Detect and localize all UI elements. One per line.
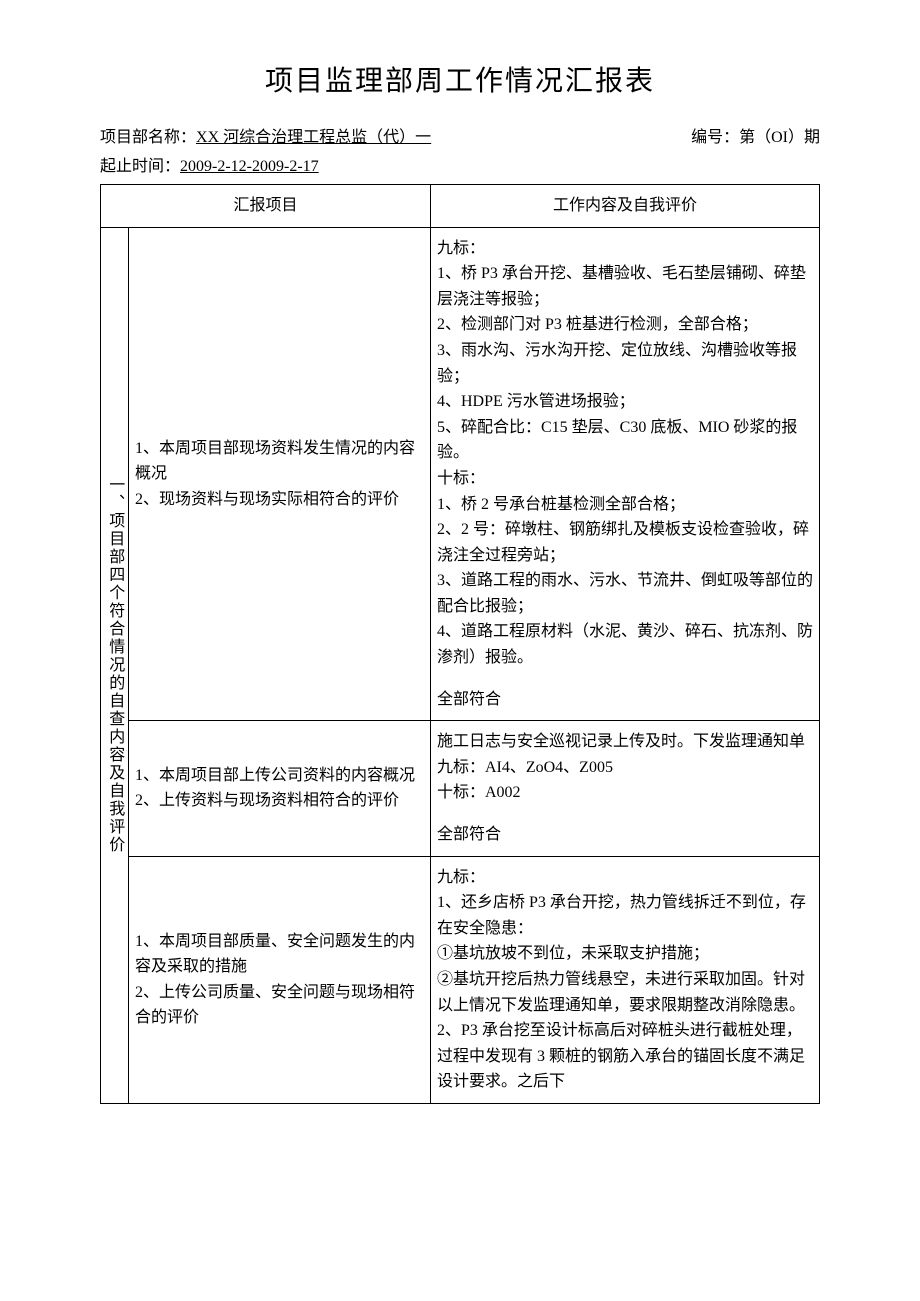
page-title: 项目监理部周工作情况汇报表 bbox=[100, 60, 820, 105]
table-row: 1、本周项目部质量、安全问题发生的内容及采取的措施2、上传公司质量、安全问题与现… bbox=[101, 856, 820, 1103]
table-row: 1、本周项目部上传公司资料的内容概况2、上传资料与现场资料相符合的评价 施工日志… bbox=[101, 721, 820, 814]
row3-right-main: 九标：1、还乡店桥 P3 承台开挖，热力管线拆迁不到位，存在安全隐患：①基坑放坡… bbox=[430, 856, 819, 1103]
row1-right-main: 九标：1、桥 P3 承台开挖、基槽验收、毛石垫层铺砌、碎垫层浇注等报验；2、检测… bbox=[430, 227, 819, 679]
meta-row-1: 项目部名称：XX 河综合治理工程总监（代）一 编号：第（OI）期 bbox=[100, 125, 820, 151]
meta-row-2: 起止时间：2009-2-12-2009-2-17 bbox=[100, 154, 820, 180]
row2-left: 1、本周项目部上传公司资料的内容概况2、上传资料与现场资料相符合的评价 bbox=[129, 721, 431, 856]
row2-right-main: 施工日志与安全巡视记录上传及时。下发监理通知单九标：AI4、ZoO4、Z005十… bbox=[430, 721, 819, 814]
table-row: 一、项目部四个符合情况的自查内容及自我评价 1、本周项目部现场资料发生情况的内容… bbox=[101, 227, 820, 679]
header-right: 工作内容及自我评价 bbox=[430, 184, 819, 227]
dept-value: XX 河综合治理工程总监（代）一 bbox=[196, 129, 431, 146]
section-label: 一、项目部四个符合情况的自查内容及自我评价 bbox=[101, 227, 129, 1103]
row2-right-eval: 全部符合 bbox=[430, 814, 819, 856]
dept-label: 项目部名称： bbox=[100, 129, 196, 146]
row1-left: 1、本周项目部现场资料发生情况的内容概况2、现场资料与现场实际相符合的评价 bbox=[129, 227, 431, 721]
table-header-row: 汇报项目 工作内容及自我评价 bbox=[101, 184, 820, 227]
issue-label: 编号：第（OI）期 bbox=[691, 125, 820, 151]
period-label: 起止时间： bbox=[100, 158, 180, 175]
row3-left: 1、本周项目部质量、安全问题发生的内容及采取的措施2、上传公司质量、安全问题与现… bbox=[129, 856, 431, 1103]
row1-right-eval: 全部符合 bbox=[430, 679, 819, 721]
period-value: 2009-2-12-2009-2-17 bbox=[180, 158, 319, 175]
report-table: 汇报项目 工作内容及自我评价 一、项目部四个符合情况的自查内容及自我评价 1、本… bbox=[100, 184, 820, 1104]
header-left: 汇报项目 bbox=[101, 184, 431, 227]
